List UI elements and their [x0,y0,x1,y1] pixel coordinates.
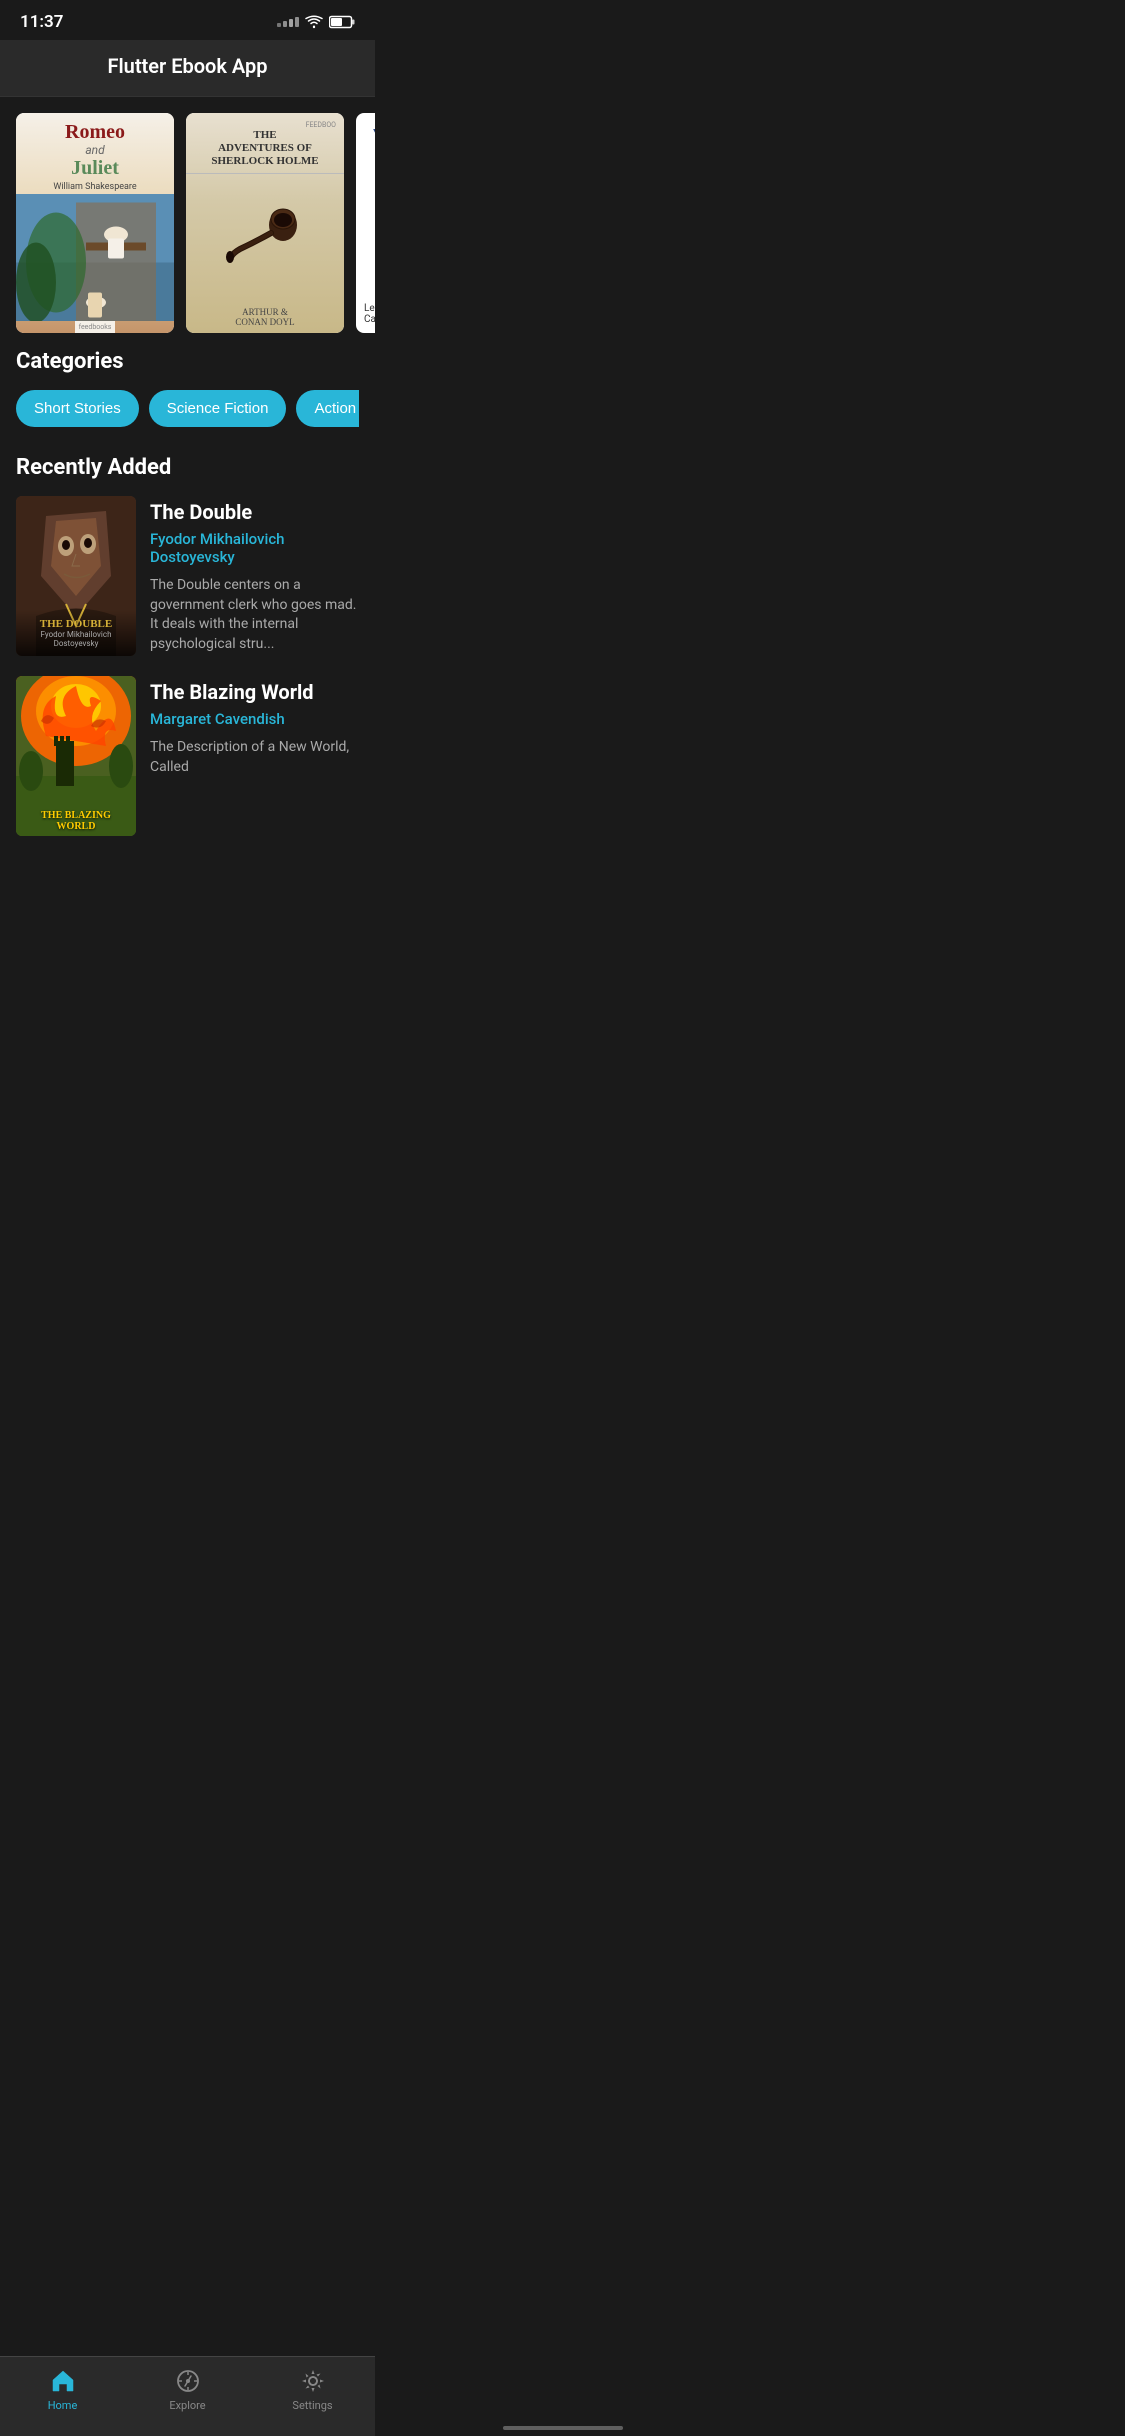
sherlock-author-text: ARTHUR &CONAN DOYL [192,307,338,327]
status-bar: 11:37 [0,0,375,40]
status-time: 11:37 [20,12,63,32]
status-icons [277,15,355,29]
carousel-row[interactable]: Romeo and Juliet William Shakespeare [16,113,375,333]
sherlock-feedbooks-label: FEEDBOO [194,121,336,129]
wifi-icon [305,15,323,29]
recently-added-title: Recently Added [16,455,359,480]
alice-small-tag: G [364,121,375,129]
sherlock-title-text: THEADVENTURES OFSHERLOCK HOLME [194,129,336,169]
featured-carousel: Romeo and Juliet William Shakespeare [0,97,375,349]
category-science-fiction[interactable]: Science Fiction [149,390,287,427]
categories-title: Categories [16,349,359,374]
recently-added-section: Recently Added [0,447,375,936]
nav-home-label: Home [48,2399,78,2412]
book-card-sherlock[interactable]: FEEDBOO THEADVENTURES OFSHERLOCK HOLME [186,113,344,333]
book-author-the-double: Fyodor Mikhailovich Dostoyevsky [150,530,359,566]
book-card-romeo[interactable]: Romeo and Juliet William Shakespeare [16,113,174,333]
double-cover-author: Fyodor Mikhailovich Dostoyevsky [24,630,128,648]
blazing-cover-title: THE BLAZINGWORLD [16,810,136,832]
book-desc-the-double: The Double centers on a government clerk… [150,576,359,654]
alice-author-display: LewCarro [364,303,375,325]
home-indicator [503,2426,623,2430]
categories-row: Short Stories Science Fiction Action & A… [16,390,359,431]
list-item-blazing-world[interactable]: THE BLAZINGWORLD The Blazing World Marga… [16,676,359,836]
category-short-stories[interactable]: Short Stories [16,390,139,427]
alice-cat-art [364,129,375,199]
book-cover-the-double: THE DOUBLE Fyodor Mikhailovich Dostoyevs… [16,496,136,656]
book-title-the-double: The Double [150,500,359,524]
sherlock-pipe-area [186,174,344,301]
pipe-art [225,207,305,267]
book-card-alice[interactable]: G [356,113,375,333]
book-desc-blazing-world: The Description of a New World, Called [150,738,359,777]
book-info-blazing-world: The Blazing World Margaret Cavendish The… [150,676,359,777]
app-header: Flutter Ebook App [0,40,375,97]
book-info-the-double: The Double Fyodor Mikhailovich Dostoyevs… [150,496,359,654]
nav-settings[interactable]: Settings [283,2367,343,2412]
signal-icon [277,17,299,27]
nav-home[interactable]: Home [33,2367,93,2412]
list-item-the-double[interactable]: THE DOUBLE Fyodor Mikhailovich Dostoyevs… [16,496,359,656]
nav-settings-label: Settings [292,2399,332,2412]
explore-icon [174,2367,202,2395]
book-title-blazing-world: The Blazing World [150,680,359,704]
romeo-cover-art [16,194,174,321]
home-icon [49,2367,77,2395]
nav-explore-label: Explore [169,2399,205,2412]
double-cover-title: THE DOUBLE [24,618,128,630]
book-author-blazing-world: Margaret Cavendish [150,710,359,728]
bottom-nav: Home Explore [0,2356,375,2436]
battery-icon [329,15,355,29]
category-action-adventure[interactable]: Action & Adventure [296,390,359,427]
settings-icon [299,2367,327,2395]
nav-explore[interactable]: Explore [158,2367,218,2412]
app-title: Flutter Ebook App [107,54,267,78]
categories-section: Categories Short Stories Science Fiction… [0,349,375,447]
book-cover-blazing-world: THE BLAZINGWORLD [16,676,136,836]
